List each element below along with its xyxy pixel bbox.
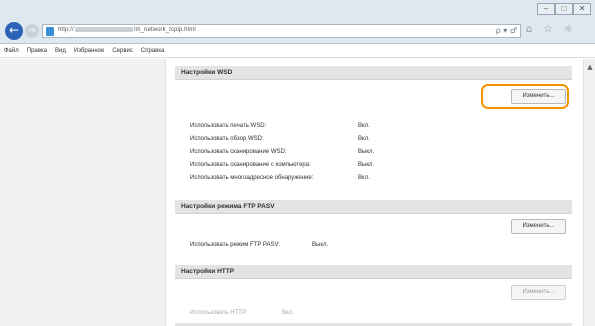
menu-favorites[interactable]: Избранное [74, 48, 104, 54]
menu-edit[interactable]: Правка [27, 48, 47, 54]
redacted-host [74, 27, 133, 32]
wsd-row-computer-scan: Использовать сканирование с компьютера: … [190, 162, 375, 168]
page-content: Настройки WSD Изменить... Использовать п… [0, 59, 595, 326]
ftp-row-pasv: Использовать режим FTP PASV: Выкл. [190, 242, 329, 248]
close-button[interactable]: ✕ [573, 3, 591, 15]
wsd-row-browse: Использовать обзор WSD: Вкл. [190, 136, 370, 142]
minimize-button[interactable]: – [537, 3, 555, 15]
menu-view[interactable]: Вид [55, 48, 66, 54]
settings-content: Настройки WSD Изменить... Использовать п… [175, 66, 572, 326]
wsd-section-title: Настройки WSD [175, 66, 572, 80]
wsd-edit-button[interactable]: Изменить... [511, 89, 566, 104]
menu-bar: Файл Правка Вид Избранное Сервис Справка [0, 44, 595, 58]
page-icon [46, 27, 54, 36]
vertical-scrollbar[interactable]: ▲ [583, 59, 595, 326]
menu-help[interactable]: Справка [141, 48, 165, 54]
wsd-row-print: Использовать печать WSD: Вкл. [190, 123, 370, 129]
ftp-section: Изменить... Использовать режим FTP PASV:… [175, 214, 572, 265]
http-edit-button[interactable]: Изменить... [511, 285, 566, 300]
wsd-row-scan: Использовать сканирование WSD: Выкл. [190, 149, 375, 155]
address-bar[interactable]: http:///m_network_tcpip.html ρ ▾ ♂ [42, 24, 521, 38]
url-text: http:///m_network_tcpip.html [58, 27, 196, 34]
left-navigation-panel [0, 59, 166, 326]
address-tools[interactable]: ρ ▾ ♂ [496, 26, 517, 35]
maximize-button[interactable]: □ [555, 3, 573, 15]
toolbar-icons[interactable]: ⌂ ☆ ☼ [526, 24, 577, 35]
wsd-row-multicast: Использовать многоадресное обнаружение: … [190, 175, 370, 181]
ftp-edit-button[interactable]: Изменить... [511, 219, 566, 234]
wsd-section: Изменить... Использовать печать WSD: Вкл… [175, 80, 572, 200]
http-row-use: Использовать HTTP: Вкл. [190, 310, 294, 316]
scroll-up-icon[interactable]: ▲ [585, 62, 595, 72]
http-section-title: Настройки HTTP [175, 265, 572, 279]
menu-tools[interactable]: Сервис [112, 48, 133, 54]
window-controls: – □ ✕ [537, 3, 591, 15]
ftp-section-title: Настройки режима FTP PASV [175, 200, 572, 214]
menu-file[interactable]: Файл [4, 48, 19, 54]
back-arrow-icon[interactable]: ← [5, 22, 23, 40]
browser-chrome: – □ ✕ ← → http:///m_network_tcpip.html ρ… [0, 0, 595, 44]
right-gutter [572, 59, 583, 326]
forward-arrow-icon[interactable]: → [25, 24, 39, 38]
http-section: Изменить... Использовать HTTP: Вкл. [175, 279, 572, 323]
